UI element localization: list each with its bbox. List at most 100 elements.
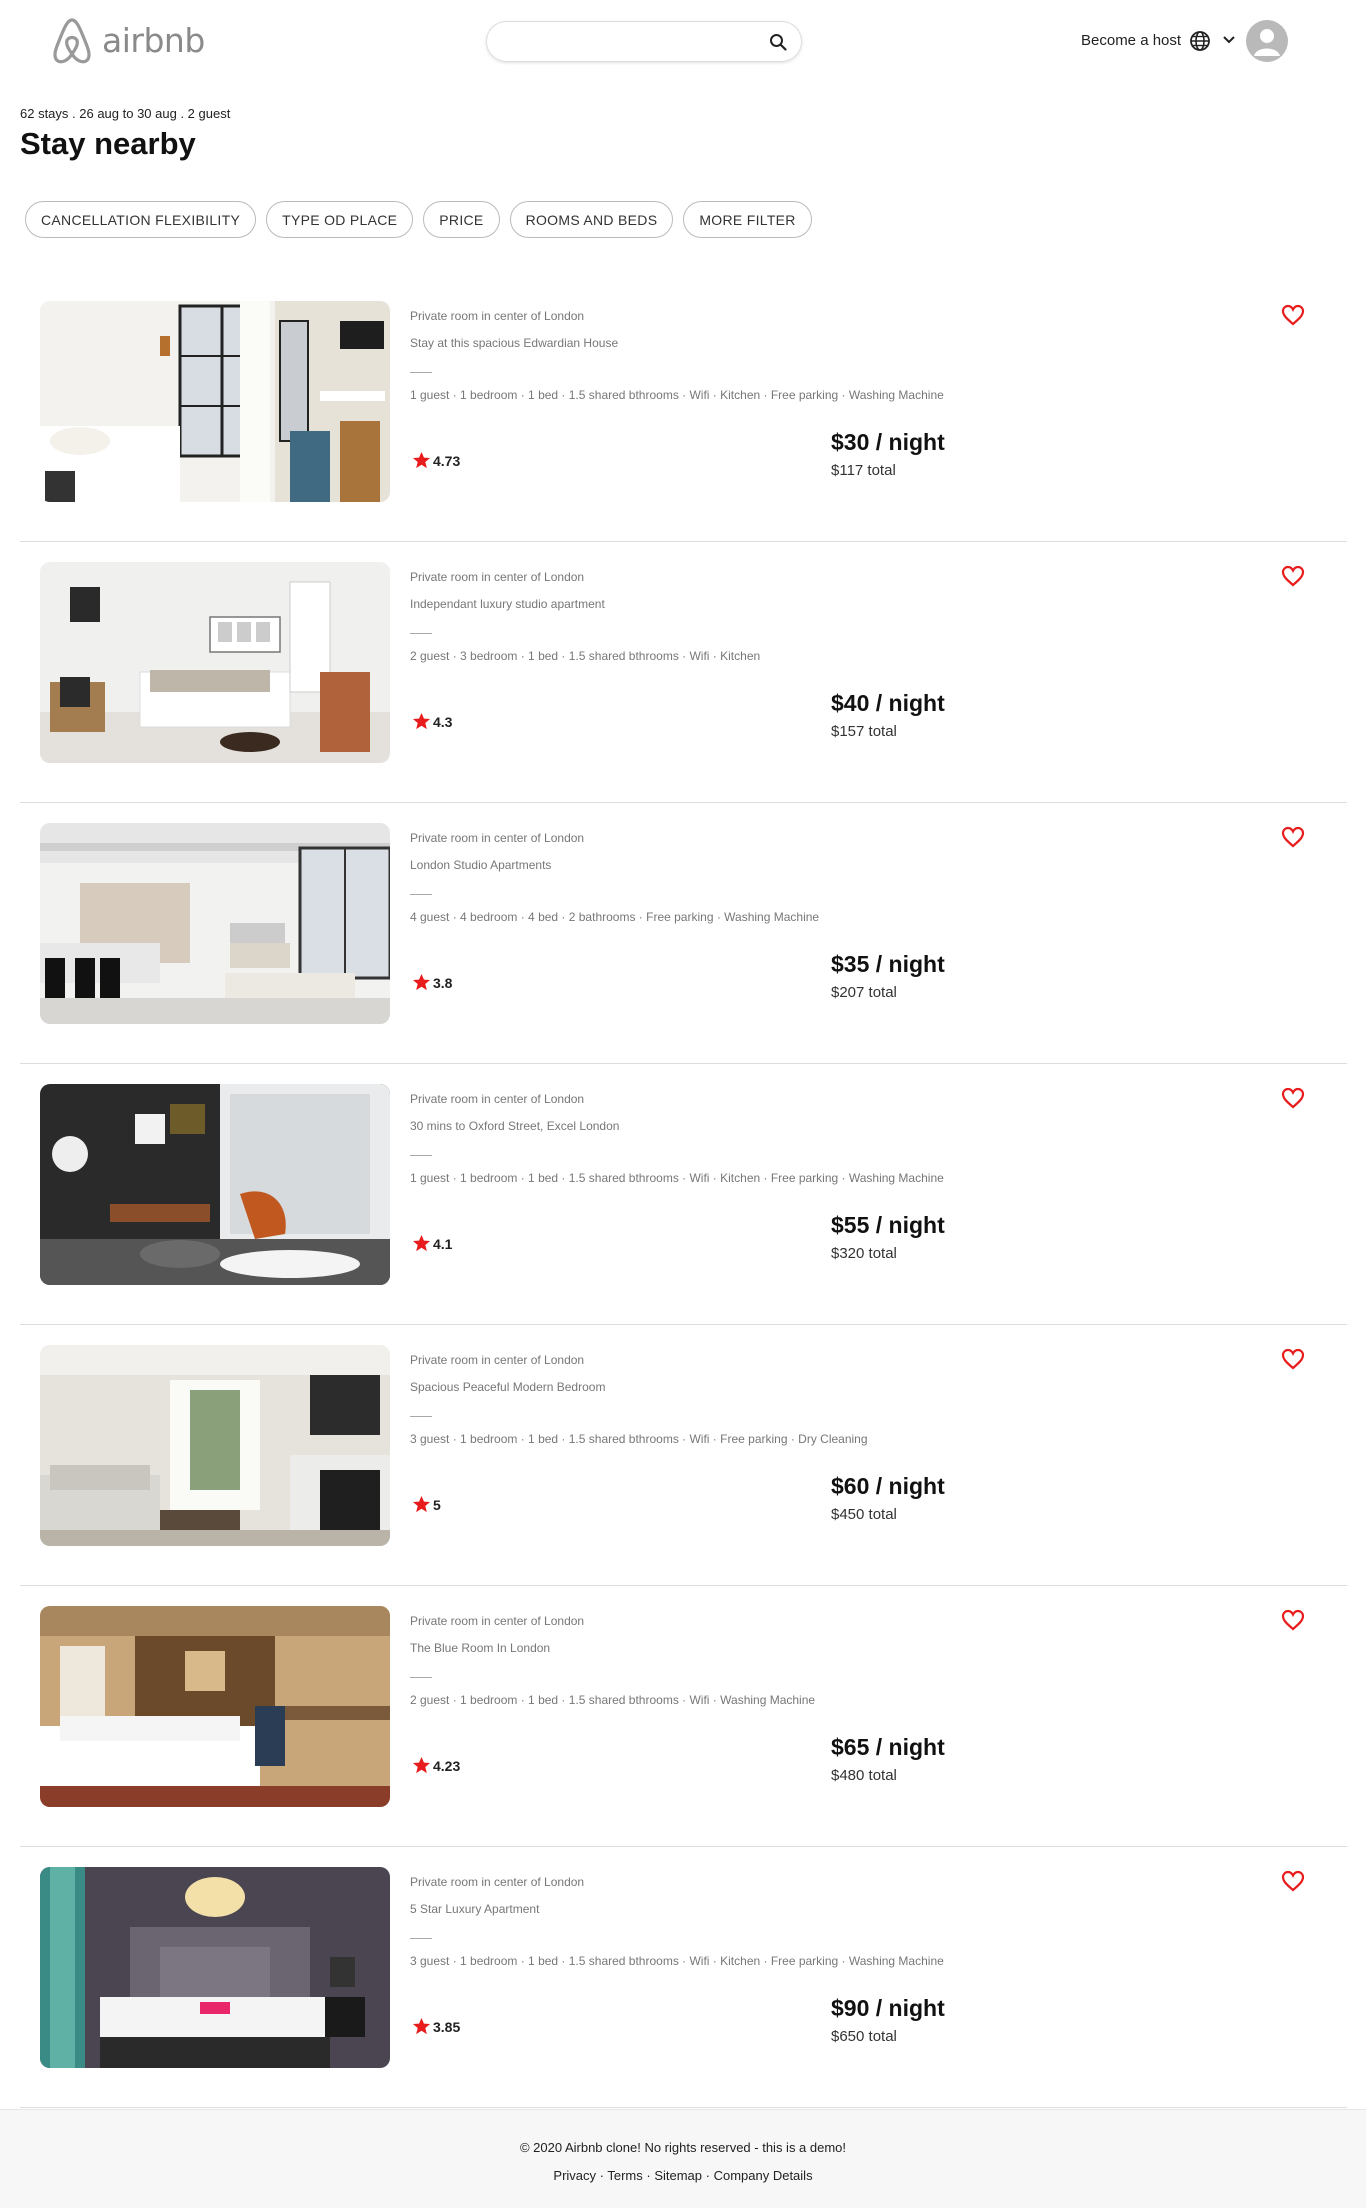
search-button[interactable] [767,31,789,53]
listing-photo[interactable] [40,301,390,502]
listing-rating: 3.8 [412,973,452,992]
separator: · [596,2168,608,2183]
listing-title[interactable]: The Blue Room In London [410,1641,1010,1655]
become-host-link[interactable]: Become a host [1081,32,1181,49]
star-icon [412,1756,431,1774]
footer-link-company-details[interactable]: Company Details [714,2168,813,2183]
divider [410,1416,432,1417]
studio-photo [40,562,390,763]
listing-title[interactable]: London Studio Apartments [410,858,1010,872]
airbnb-logo[interactable]: airbnb [48,14,205,66]
listing-type: Private room in center of London [410,1353,585,1367]
rating-value: 4.73 [433,452,461,469]
listing-card[interactable]: Private room in center of London London … [20,803,1347,1064]
listing-photo[interactable] [40,1606,390,1807]
listing-title[interactable]: Independant luxury studio apartment [410,597,1010,611]
filter-bar: CANCELLATION FLEXIBILITY TYPE OD PLACE P… [25,201,812,238]
star-icon [412,1234,431,1252]
header: airbnb Become a host [0,0,1366,86]
listing-photo[interactable] [40,1867,390,2068]
listing-total: $650 total [831,2028,897,2045]
page-title: Stay nearby [20,126,196,161]
listing-photo[interactable] [40,1345,390,1546]
listing-card[interactable]: Private room in center of London 5 Star … [20,1847,1347,2108]
user-avatar[interactable] [1246,20,1288,62]
listing-title[interactable]: 30 mins to Oxford Street, Excel London [410,1119,1010,1133]
listing-price: $35 / night [831,951,945,977]
listing-price: $30 / night [831,429,945,455]
star-icon [412,1495,431,1513]
divider [410,1677,432,1678]
rating-value: 4.23 [433,1757,461,1774]
listing-card[interactable]: Private room in center of London The Blu… [20,1586,1347,1847]
listing-photo[interactable] [40,562,390,763]
heart-icon[interactable] [1281,1870,1305,1892]
search-input[interactable] [503,30,743,54]
filter-type-of-place[interactable]: TYPE OD PLACE [266,201,414,238]
heart-icon[interactable] [1281,826,1305,848]
footer-link-sitemap[interactable]: Sitemap [654,2168,702,2183]
listing-price: $65 / night [831,1734,945,1760]
footer-copyright: © 2020 Airbnb clone! No rights reserved … [519,2140,847,2155]
listing-total: $320 total [831,1245,897,1262]
airbnb-logo-icon [53,18,91,64]
listing-title[interactable]: Spacious Peaceful Modern Bedroom [410,1380,1010,1394]
heart-icon[interactable] [1281,565,1305,587]
listing-type: Private room in center of London [410,309,585,323]
listing-total: $207 total [831,984,897,1001]
listing-title[interactable]: 5 Star Luxury Apartment [410,1902,1010,1916]
listing-amenities: 2 guest · 3 bedroom · 1 bed · 1.5 shared… [410,649,761,663]
filter-cancellation-flexibility[interactable]: CANCELLATION FLEXIBILITY [25,201,257,238]
blue-room-photo [40,1606,390,1807]
listing-info: Private room in center of London Stay at… [410,301,1010,404]
filter-price[interactable]: PRICE [423,201,500,238]
listing-card[interactable]: Private room in center of London Stay at… [20,281,1347,542]
star-icon [412,973,431,991]
listing-amenities: 1 guest · 1 bedroom · 1 bed · 1.5 shared… [410,1171,944,1185]
listing-rating: 4.3 [412,712,452,731]
search-icon [770,34,787,51]
footer-link-terms[interactable]: Terms [607,2168,642,2183]
listing-photo[interactable] [40,823,390,1024]
rating-value: 3.85 [433,2018,461,2035]
filter-more[interactable]: MORE FILTER [683,201,812,238]
filter-rooms-and-beds[interactable]: ROOMS AND BEDS [509,201,674,238]
star-icon [412,451,431,469]
listing-price: $60 / night [831,1473,945,1499]
listing-amenities: 1 guest · 1 bedroom · 1 bed · 1.5 shared… [410,388,944,402]
footer-link-privacy[interactable]: Privacy [553,2168,596,2183]
listing-info: Private room in center of London Spaciou… [410,1345,1010,1448]
rating-value: 5 [433,1496,441,1513]
heart-icon[interactable] [1281,1348,1305,1370]
listing-card[interactable]: Private room in center of London 30 mins… [20,1064,1347,1325]
listing-type: Private room in center of London [410,1875,585,1889]
listing-total: $117 total [831,462,896,479]
heart-icon[interactable] [1281,1087,1305,1109]
divider [410,1155,432,1156]
divider [410,372,432,373]
listing-total: $480 total [831,1767,897,1784]
bedroom-photo [40,301,390,502]
chevron-down-icon[interactable] [1221,32,1237,48]
listing-title[interactable]: Stay at this spacious Edwardian House [410,336,1010,350]
user-icon [1254,29,1280,56]
listing-rating: 4.1 [412,1234,452,1253]
separator: · [642,2168,655,2183]
heart-icon[interactable] [1281,304,1305,326]
listing-rating: 3.85 [412,2017,460,2036]
listing-card[interactable]: Private room in center of London Indepen… [20,542,1347,803]
listing-info: Private room in center of London 30 mins… [410,1084,1010,1187]
globe-icon[interactable] [1189,30,1211,52]
separator: · [702,2168,714,2183]
listing-photo[interactable] [40,1084,390,1285]
search-summary: 62 stays . 26 aug to 30 aug . 2 guest [20,106,231,121]
listing-type: Private room in center of London [410,831,585,845]
listing-amenities: 3 guest · 1 bedroom · 1 bed · 1.5 shared… [410,1954,944,1968]
listing-card[interactable]: Private room in center of London Spaciou… [20,1325,1347,1586]
logo-text: airbnb [102,20,205,60]
rating-value: 4.1 [433,1235,453,1252]
listing-info: Private room in center of London The Blu… [410,1606,1010,1709]
listing-type: Private room in center of London [410,1092,585,1106]
heart-icon[interactable] [1281,1609,1305,1631]
listing-total: $450 total [831,1506,897,1523]
